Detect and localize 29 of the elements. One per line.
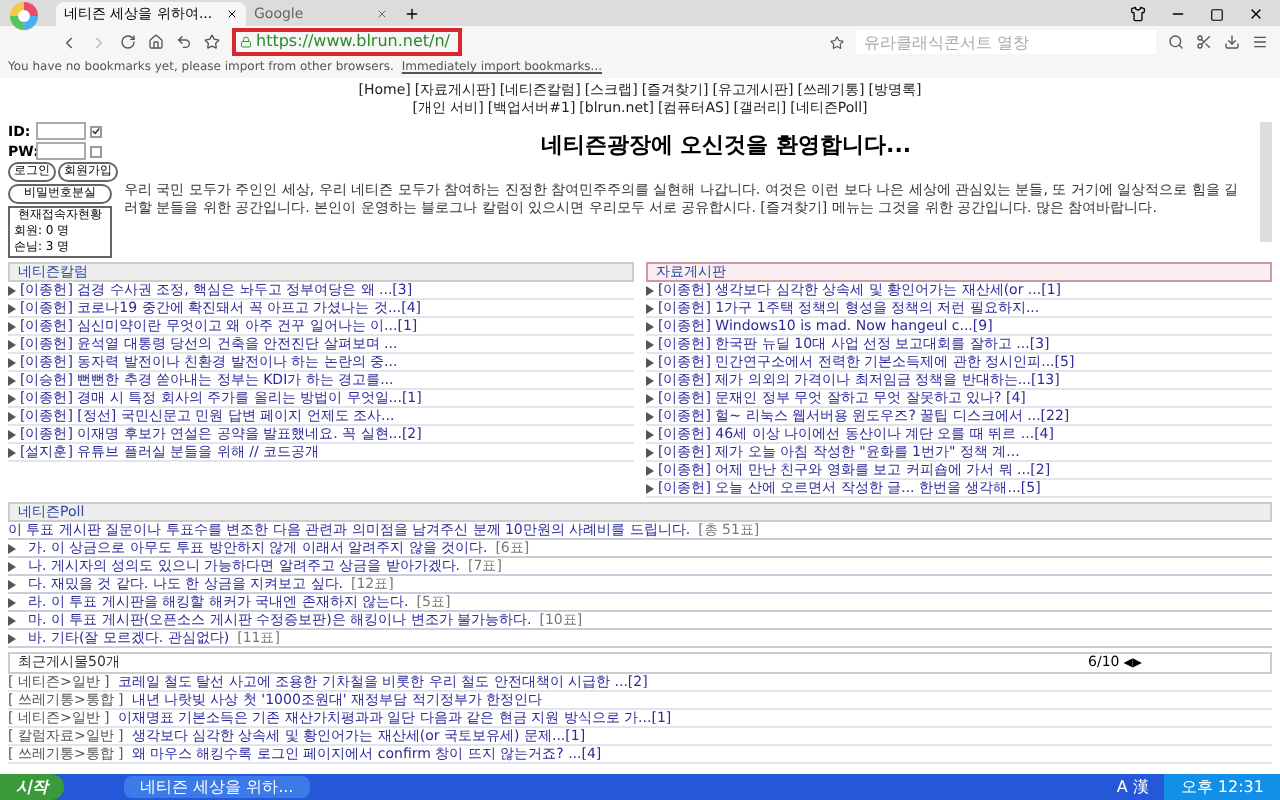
welcome-title: 네티즌광장에 오신것을 환영합니다... bbox=[538, 134, 914, 158]
search-field[interactable]: 유라클래식콘서트 열창 bbox=[856, 30, 1156, 54]
taskbar-window[interactable]: 네티즌 세상을 위하... bbox=[124, 776, 310, 798]
lock-icon bbox=[240, 36, 252, 48]
star-icon[interactable] bbox=[830, 35, 844, 49]
browser-logo-icon[interactable] bbox=[10, 2, 38, 30]
checkbox[interactable] bbox=[90, 145, 102, 157]
menu-icon[interactable] bbox=[1252, 34, 1268, 50]
download-icon[interactable] bbox=[1224, 34, 1240, 50]
maximize-icon[interactable] bbox=[1210, 8, 1224, 22]
scrollbar bbox=[1260, 122, 1272, 242]
new-tab-icon[interactable] bbox=[404, 6, 420, 22]
reload-icon[interactable] bbox=[120, 34, 136, 50]
scissors-icon[interactable] bbox=[1196, 34, 1212, 50]
clock: 오후 12:31 bbox=[1164, 774, 1280, 800]
login-field[interactable] bbox=[36, 142, 86, 160]
search-icon[interactable] bbox=[1168, 34, 1184, 50]
login-field[interactable] bbox=[36, 122, 86, 140]
address-field[interactable]: https://www.blrun.net/n/ bbox=[240, 32, 450, 52]
home-icon[interactable] bbox=[148, 34, 164, 50]
shirt-icon[interactable] bbox=[1130, 6, 1146, 22]
star-icon[interactable] bbox=[204, 34, 220, 50]
checkbox[interactable] bbox=[90, 125, 102, 137]
back-icon[interactable] bbox=[60, 33, 78, 51]
close-icon[interactable] bbox=[1248, 6, 1264, 22]
start-button[interactable]: 시작 bbox=[0, 774, 64, 800]
close-icon[interactable] bbox=[226, 8, 238, 20]
undo-icon[interactable] bbox=[176, 34, 192, 50]
ime-indicator[interactable]: A 漢 bbox=[1116, 777, 1149, 797]
